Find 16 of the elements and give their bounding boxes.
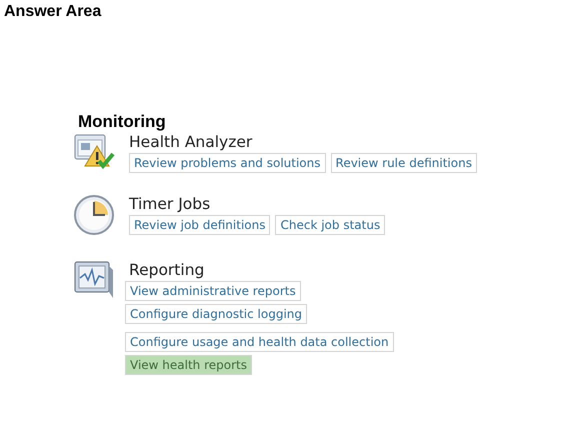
- link[interactable]: Review rule definitions: [330, 153, 477, 173]
- link[interactable]: View health reports: [125, 355, 252, 375]
- monitor-warning-icon: [73, 132, 115, 170]
- link[interactable]: View administrative reports: [125, 281, 301, 301]
- section-heading: Monitoring: [78, 112, 166, 132]
- link[interactable]: Review job definitions: [129, 215, 270, 235]
- link[interactable]: Check job status: [275, 215, 386, 235]
- category-heading: Health Analyzer: [129, 132, 254, 152]
- link[interactable]: Configure diagnostic logging: [125, 304, 308, 324]
- clock-icon: [73, 194, 115, 236]
- link[interactable]: Review problems and solutions: [129, 153, 326, 173]
- category-heading: Reporting: [129, 260, 206, 280]
- link[interactable]: Configure usage and health data collection: [125, 332, 394, 352]
- monitor-graph-icon: [73, 260, 115, 300]
- answer-area-title: Answer Area: [4, 3, 102, 21]
- category-heading: Timer Jobs: [129, 194, 212, 214]
